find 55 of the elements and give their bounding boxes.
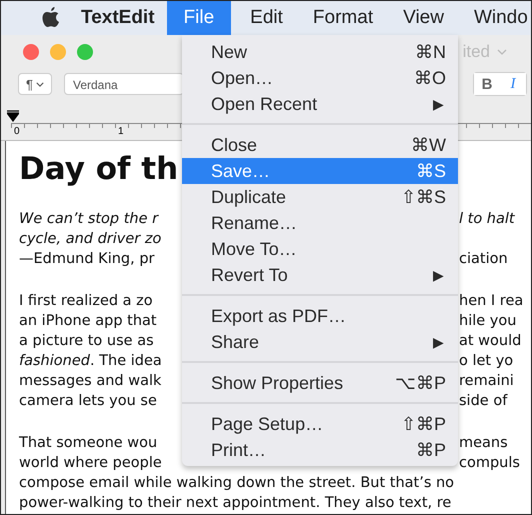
minimize-window-button[interactable] xyxy=(50,44,66,60)
document-text: —Edmund King, pr xyxy=(19,251,154,267)
menu-title[interactable]: File xyxy=(166,1,232,35)
menu-item[interactable]: Close ⌘W xyxy=(182,132,458,158)
document-text: a picture to use as xyxy=(19,333,154,349)
document-text: world where people xyxy=(19,455,162,471)
menu-item[interactable]: Open… ⌘O xyxy=(182,65,458,91)
document-text: compose email while walking down the street. But that’s no xyxy=(19,475,454,491)
menu-item[interactable]: Show Properties ⌥⌘P xyxy=(182,370,458,396)
menu-item[interactable]: Duplicate ⇧⌘S xyxy=(182,184,458,210)
document-text: We can’t stop the r xyxy=(19,211,158,227)
menu-item[interactable]: Move To… xyxy=(182,236,458,262)
app-name-menu[interactable]: TextEdit xyxy=(81,7,155,29)
zoom-window-button[interactable] xyxy=(77,44,93,60)
document-text: l to halt xyxy=(459,211,515,227)
document-text: power-walking to their next appointment. They also text, re xyxy=(19,495,452,511)
document-text: o let yo xyxy=(459,353,514,369)
apple-logo-icon[interactable] xyxy=(41,6,61,30)
ruler-label: 0 xyxy=(14,126,20,137)
close-window-button[interactable] xyxy=(23,44,39,60)
document-text: messages and walk xyxy=(19,373,162,389)
document-text: camera lets you se xyxy=(19,393,157,409)
menu-item[interactable]: Open Recent ▶ xyxy=(182,91,458,117)
document-text: That someone wou xyxy=(19,435,158,451)
menu-item[interactable]: Save… ⌘S xyxy=(182,158,458,184)
menu-title[interactable]: View xyxy=(392,1,455,35)
menu-item[interactable]: New ⌘N xyxy=(182,39,458,65)
document-text: side of xyxy=(459,393,508,409)
document-heading: Day of th xyxy=(19,151,178,187)
document-text: ciation xyxy=(459,251,508,267)
document-text: I first realized a zo xyxy=(19,293,153,309)
tab-stop-icon[interactable] xyxy=(7,110,19,124)
document-text: cycle, and driver zo xyxy=(19,231,162,247)
menu-title[interactable]: Edit xyxy=(239,1,294,35)
document-text: at would xyxy=(459,333,522,349)
chevron-down-icon[interactable] xyxy=(497,48,507,54)
document-text: fashioned. The idea xyxy=(19,353,162,369)
font-field[interactable]: Verdana xyxy=(64,73,184,95)
menu-item[interactable]: Revert To ▶ xyxy=(182,262,458,288)
menu-item[interactable]: Rename… xyxy=(182,210,458,236)
document-text: hen I rea xyxy=(459,293,524,309)
menu-item[interactable]: Page Setup… ⇧⌘P xyxy=(182,411,458,437)
document-text: remaini xyxy=(459,373,514,389)
menu-item[interactable]: Export as PDF… xyxy=(182,303,458,329)
menu-item[interactable]: Print… ⌘P xyxy=(182,437,458,463)
document-text: means xyxy=(459,435,508,451)
document-text: compuls xyxy=(459,455,520,471)
menu-title[interactable]: Windo xyxy=(462,1,531,35)
paragraph-style-button[interactable]: ¶ xyxy=(18,73,52,95)
document-text: hile you xyxy=(459,313,516,329)
ruler-label: 1 xyxy=(118,126,124,137)
chevron-down-icon xyxy=(36,82,44,86)
menu-title[interactable]: Format xyxy=(302,1,384,35)
menu-item[interactable]: Share ▶ xyxy=(182,329,458,355)
document-text: an iPhone app that xyxy=(19,313,157,329)
